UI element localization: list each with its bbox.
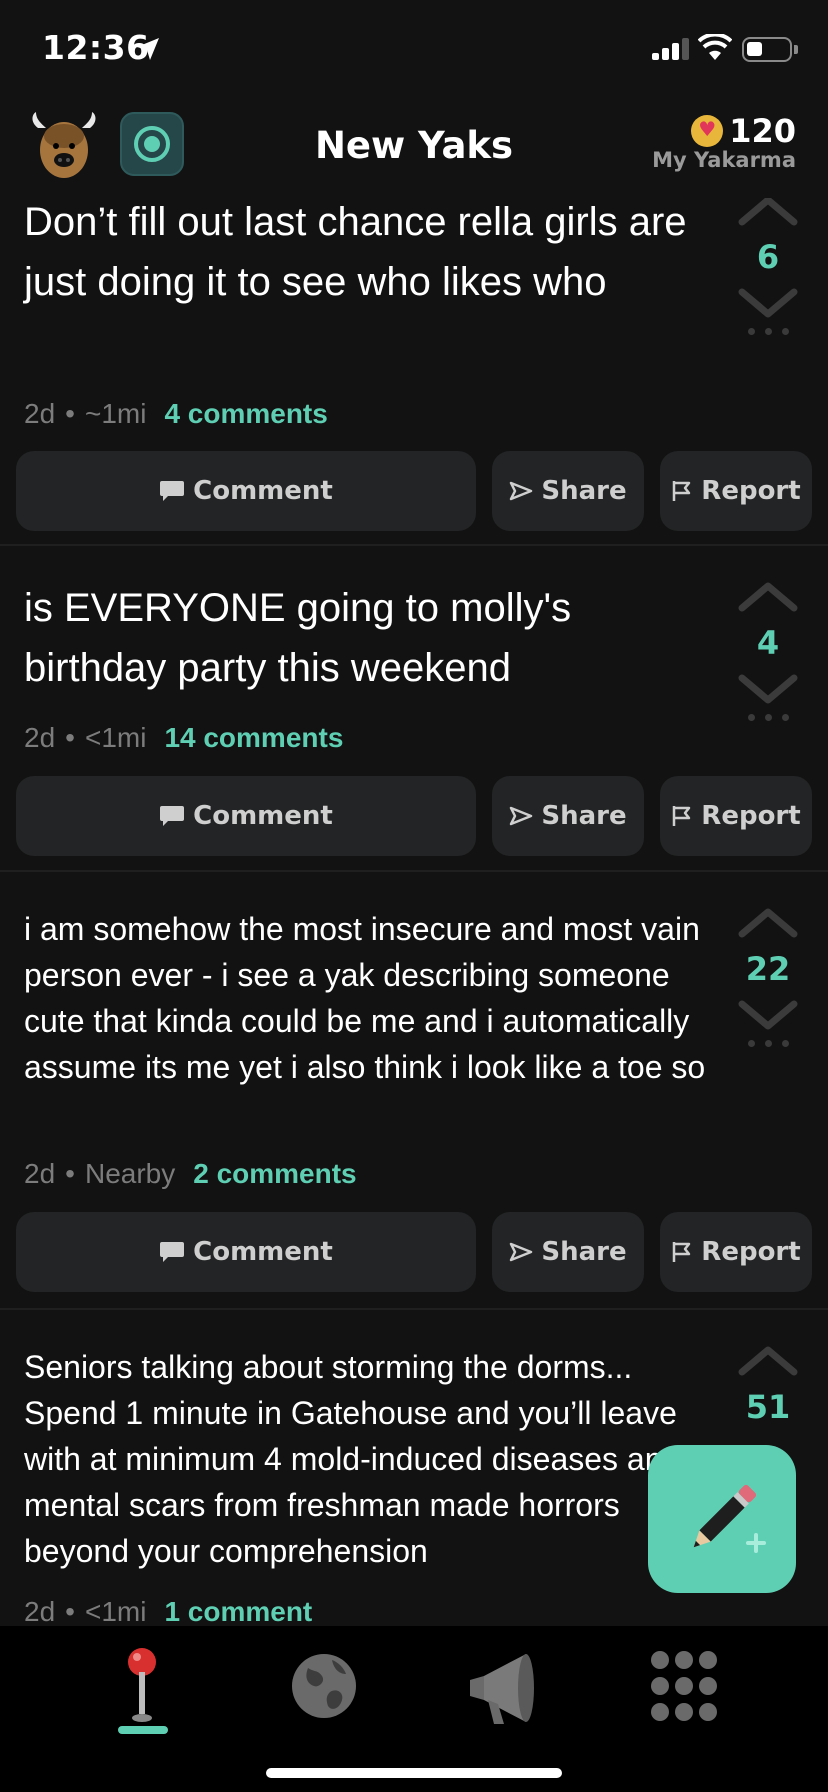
speech-bubble-icon (160, 481, 185, 501)
yak-feed[interactable]: Don’t fill out last chance rella girls a… (0, 198, 828, 1626)
report-button[interactable]: Report (660, 451, 812, 531)
meta-separator: • (65, 1596, 75, 1626)
grid-icon[interactable] (634, 1642, 734, 1732)
post-card[interactable]: i am somehow the most insecure and most … (0, 872, 828, 1310)
status-bar: 12:36 (0, 0, 828, 100)
top-navigation-bar: New Yaks ♥ 120 My Yakarma (0, 100, 828, 198)
battery-icon (742, 37, 798, 62)
report-button[interactable]: Report (660, 776, 812, 856)
upvote-arrow-icon[interactable] (736, 1342, 800, 1378)
vote-count: 51 (745, 1388, 791, 1426)
post-text[interactable]: is EVERYONE going to molly's birthday pa… (24, 578, 714, 698)
upvote-arrow-icon[interactable] (736, 578, 800, 614)
post-age: 2d (24, 722, 56, 753)
comment-count-link[interactable]: 1 comment (164, 1596, 312, 1626)
vote-control: 6 (736, 198, 800, 335)
vote-control: 4 (736, 578, 800, 721)
report-label: Report (701, 801, 801, 831)
vote-control: 22 (736, 904, 800, 1047)
location-arrow-icon (137, 38, 159, 60)
more-options-icon[interactable] (736, 1040, 800, 1047)
post-distance: ~1mi (84, 398, 147, 429)
report-label: Report (701, 1237, 801, 1267)
post-meta: 2d • ~1mi 4 comments (24, 398, 328, 430)
more-options-icon[interactable] (736, 714, 800, 721)
active-tab-indicator (118, 1726, 168, 1734)
post-distance: <1mi (84, 1596, 147, 1626)
vote-control: 51 (736, 1342, 800, 1436)
report-label: Report (701, 476, 801, 506)
post-age: 2d (24, 1596, 56, 1626)
upvote-arrow-icon[interactable] (736, 904, 800, 940)
post-text[interactable]: i am somehow the most insecure and most … (24, 906, 714, 1090)
post-card[interactable]: is EVERYONE going to molly's birthday pa… (0, 546, 828, 872)
send-icon (510, 806, 533, 826)
send-icon (510, 1242, 533, 1262)
yakarma-value: 120 (729, 112, 796, 150)
post-meta: 2d • <1mi 14 comments (24, 722, 343, 754)
speech-bubble-icon (160, 806, 185, 826)
downvote-arrow-icon[interactable] (736, 286, 800, 322)
post-age: 2d (24, 1158, 56, 1189)
home-indicator[interactable] (266, 1768, 562, 1778)
megaphone-icon[interactable] (454, 1642, 554, 1732)
comment-count-link[interactable]: 14 comments (164, 722, 343, 754)
comment-label: Comment (193, 1237, 333, 1267)
downvote-arrow-icon[interactable] (736, 998, 800, 1034)
share-button[interactable]: Share (492, 776, 644, 856)
post-card[interactable]: Don’t fill out last chance rella girls a… (0, 198, 828, 546)
post-actions: Comment Share Report (16, 1212, 812, 1292)
heart-icon: ♥ (691, 115, 724, 147)
post-meta: 2d • <1mi 1 comment (24, 1596, 312, 1626)
meta-separator: • (65, 398, 75, 429)
meta-separator: • (65, 722, 75, 753)
post-actions: Comment Share Report (16, 451, 812, 531)
meta-separator: • (65, 1158, 75, 1189)
share-button[interactable]: Share (492, 451, 644, 531)
share-label: Share (541, 1237, 627, 1267)
post-distance: Nearby (84, 1158, 176, 1189)
post-actions: Comment Share Report (16, 776, 812, 856)
downvote-arrow-icon[interactable] (736, 672, 800, 708)
flag-icon (673, 481, 691, 501)
vote-count: 22 (745, 950, 791, 988)
report-button[interactable]: Report (660, 1212, 812, 1292)
flag-icon (673, 806, 691, 826)
post-text[interactable]: Don’t fill out last chance rella girls a… (24, 198, 714, 312)
share-label: Share (541, 476, 627, 506)
yakarma-label: My Yakarma (652, 148, 796, 172)
share-button[interactable]: Share (492, 1212, 644, 1292)
upvote-arrow-icon[interactable] (736, 198, 800, 228)
comment-button[interactable]: Comment (16, 1212, 476, 1292)
yakarma-score[interactable]: ♥ 120 My Yakarma (652, 112, 796, 172)
globe-icon[interactable] (274, 1642, 374, 1732)
post-meta: 2d • Nearby 2 comments (24, 1158, 357, 1190)
post-age: 2d (24, 398, 56, 429)
bottom-tab-bar (0, 1626, 828, 1792)
comment-label: Comment (193, 476, 333, 506)
share-label: Share (541, 801, 627, 831)
comment-count-link[interactable]: 2 comments (193, 1158, 356, 1190)
compose-yak-button[interactable] (648, 1445, 796, 1593)
status-time: 12:36 (42, 28, 150, 67)
vote-count: 4 (756, 624, 780, 662)
comment-count-link[interactable]: 4 comments (164, 398, 327, 430)
vote-count: 6 (756, 238, 780, 276)
send-icon (510, 481, 533, 501)
more-options-icon[interactable] (736, 328, 800, 335)
post-text[interactable]: Seniors talking about storming the dorms… (24, 1344, 714, 1574)
joystick-icon[interactable] (92, 1642, 192, 1732)
comment-button[interactable]: Comment (16, 451, 476, 531)
wifi-icon (698, 34, 732, 60)
post-distance: <1mi (84, 722, 147, 753)
comment-button[interactable]: Comment (16, 776, 476, 856)
pencil-plus-icon (693, 1484, 766, 1553)
comment-label: Comment (193, 801, 333, 831)
speech-bubble-icon (160, 1242, 185, 1262)
flag-icon (673, 1242, 691, 1262)
cellular-signal-icon (652, 38, 690, 60)
